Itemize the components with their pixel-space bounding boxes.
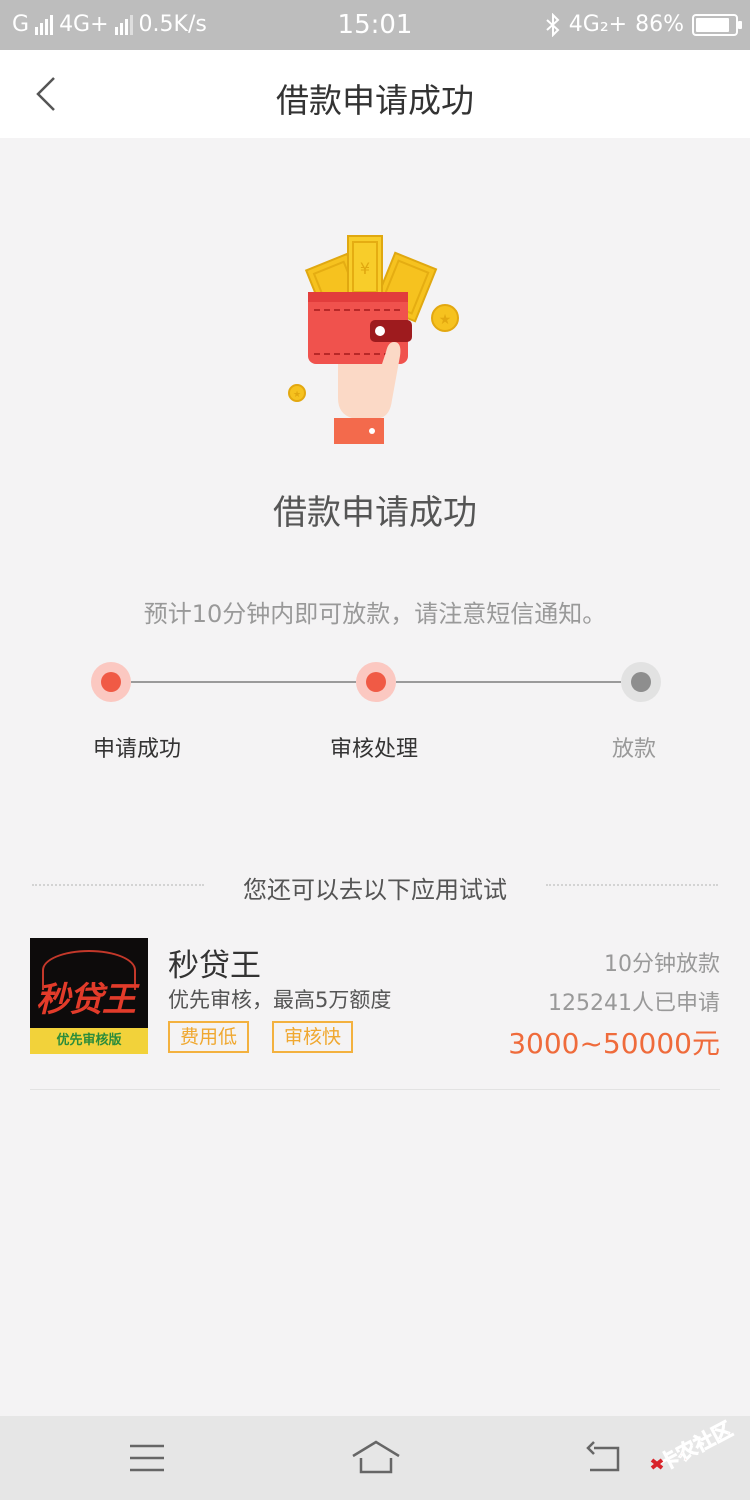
page-title: 借款申请成功 — [276, 81, 474, 120]
return-button[interactable] — [582, 1438, 628, 1478]
app-amount-range: 3000~50000元 — [508, 1027, 720, 1060]
app-speed: 10分钟放款 — [604, 952, 720, 977]
battery-icon — [692, 13, 742, 36]
step-dot-1 — [91, 662, 131, 702]
menu-icon — [130, 1444, 164, 1472]
app-card[interactable]: 秒贷王 优先审核版 秒贷王 优先审核，最高5万额度 费用低 审核快 10分钟放款… — [30, 936, 720, 1090]
system-nav-bar — [0, 1416, 750, 1500]
step-label-3: 放款 — [612, 737, 657, 762]
step-dot-3 — [621, 662, 661, 702]
step-label-1: 申请成功 — [93, 737, 182, 762]
step-connector-2 — [396, 681, 621, 683]
step-label-2: 审核处理 — [330, 737, 419, 762]
status-bar: G 4G+ 0.5K/s 15:01 4G₂+ 86% — [0, 0, 750, 50]
step-connector-1 — [131, 681, 356, 683]
bluetooth-icon — [546, 12, 560, 37]
watermark-logo-icon: 卡农社区 — [650, 1416, 737, 1476]
app-desc: 优先审核，最高5万额度 — [168, 988, 392, 1012]
network-right: 4G₂+ — [568, 12, 628, 37]
app-name: 秒贷王 — [168, 948, 261, 984]
menu-button[interactable] — [124, 1438, 170, 1478]
app-logo: 秒贷王 优先审核版 — [30, 938, 148, 1054]
home-button[interactable] — [350, 1438, 402, 1478]
battery-percent: 86% — [635, 12, 684, 37]
svg-text:★: ★ — [439, 312, 452, 328]
home-icon — [352, 1440, 400, 1474]
watermark: 卡农社区 — [646, 1408, 742, 1478]
divider-right — [546, 884, 718, 886]
success-title: 借款申请成功 — [273, 493, 477, 533]
app-logo-band: 优先审核版 — [30, 1028, 148, 1054]
svg-text:★: ★ — [293, 390, 301, 400]
nav-bar: 借款申请成功 — [0, 50, 750, 138]
wallet-money-hand-icon: ¥ ★ ★ — [280, 230, 470, 450]
app-logo-text: 秒贷王 — [36, 980, 136, 1020]
battery-fill — [696, 17, 729, 32]
success-subtitle: 预计10分钟内即可放款，请注意短信通知。 — [143, 600, 607, 628]
app-tag-1: 费用低 — [168, 1021, 250, 1053]
app-tag-2: 审核快 — [272, 1021, 354, 1053]
return-icon — [586, 1441, 620, 1472]
step-dot-2 — [356, 662, 396, 702]
status-right: 4G₂+ 86% — [545, 12, 742, 37]
svg-text:¥: ¥ — [360, 259, 370, 278]
recommend-header: 您还可以去以下应用试试 — [243, 876, 507, 904]
app-applicants: 125241人已申请 — [548, 991, 720, 1016]
watermark-text: 卡农社区 — [654, 1417, 736, 1476]
